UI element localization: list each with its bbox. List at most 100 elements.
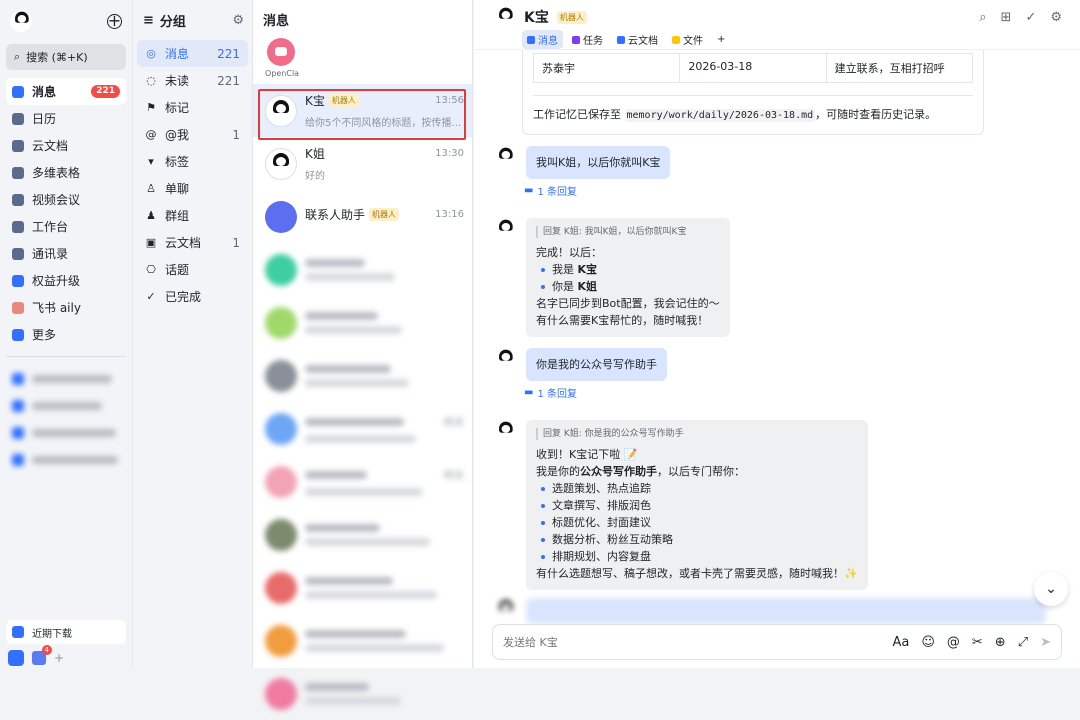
conversation-item[interactable]	[253, 614, 472, 667]
pinned-bot[interactable]: OpenCla	[253, 38, 472, 84]
message-bubble[interactable]: 我叫K姐，以后你就叫K宝	[526, 146, 671, 179]
group-item[interactable]: ◌ 未读 221	[137, 67, 248, 94]
recent-doc[interactable]	[6, 446, 126, 473]
group-item[interactable]: ◎ 消息 221	[137, 40, 248, 67]
user-avatar[interactable]	[10, 10, 32, 32]
emoji-icon[interactable]: ☺	[921, 635, 935, 650]
conversation-avatar	[265, 677, 297, 710]
sidebar-item[interactable]: 飞书 aily	[6, 294, 126, 321]
app-icon[interactable]	[8, 650, 24, 666]
scroll-down-button[interactable]: ⌄	[1034, 572, 1068, 606]
check-icon[interactable]: ✓	[1025, 10, 1036, 25]
group-count: 1	[232, 235, 240, 250]
conversation-item[interactable]: K宝 机器人 13:56 给你5个不同风格的标题，按传播性+...	[253, 84, 472, 137]
mention-icon[interactable]: @	[947, 635, 960, 650]
sender-avatar	[494, 598, 516, 620]
message-input[interactable]	[503, 635, 881, 649]
group-item[interactable]: ▣ 云文档 1	[137, 229, 248, 256]
message-input-box[interactable]: Aa ☺ @ ✂ ⊕ ⤢ ➤	[492, 624, 1062, 660]
search-icon[interactable]: ⌕	[979, 10, 986, 25]
pinned-bot-name: OpenCla	[265, 69, 300, 78]
conversation-item[interactable]: 联系人助手 机器人 13:16	[253, 190, 472, 243]
group-item[interactable]: ⎔ 话题	[137, 256, 248, 283]
sidebar-item[interactable]: 视频会议	[6, 186, 126, 213]
conversation-item[interactable]: K姐 13:30 好的	[253, 137, 472, 190]
nav-icon	[12, 247, 24, 260]
chat-tab[interactable]: 任务	[567, 30, 608, 49]
group-count: 221	[217, 46, 240, 61]
conversation-item[interactable]	[253, 243, 472, 296]
group-item[interactable]: ♙ 单聊	[137, 175, 248, 202]
add-tab-icon[interactable]: ⊞	[1001, 10, 1012, 25]
group-item[interactable]: @ @我 1	[137, 121, 248, 148]
sidebar-item[interactable]: 通讯录	[6, 240, 126, 267]
send-icon[interactable]: ➤	[1040, 635, 1051, 650]
more-apps-icon[interactable]: +	[54, 651, 64, 665]
group-label: 标签	[165, 155, 190, 169]
notification-icon[interactable]: 4	[32, 645, 52, 665]
recent-doc[interactable]	[6, 392, 126, 419]
conversation-item[interactable]	[253, 667, 472, 720]
conversation-avatar	[265, 465, 297, 498]
sidebar-item[interactable]: 多维表格	[6, 159, 126, 186]
recent-download-button[interactable]: 近期下载	[6, 620, 126, 644]
sidebar-item[interactable]: 消息 221	[6, 78, 126, 105]
tab-icon	[617, 35, 625, 44]
group-item[interactable]: ⚑ 标记	[137, 94, 248, 121]
gear-icon[interactable]: ⚙	[1050, 10, 1062, 25]
sidebar-item[interactable]: 权益升级	[6, 267, 126, 294]
conversation-time: 昨天	[444, 418, 464, 429]
gear-icon[interactable]: ⚙	[232, 13, 244, 28]
message: 我叫K姐，以后你就叫K宝	[494, 146, 671, 179]
expand-icon[interactable]: ⤢	[1018, 635, 1028, 650]
sidebar-item[interactable]: 工作台	[6, 213, 126, 240]
group-item[interactable]: ▾ 标签	[137, 148, 248, 175]
message-line: 有什么选题想写、稿子想改，或者卡壳了需要灵感，随时喊我！✨	[536, 567, 858, 580]
recent-download-label: 近期下载	[32, 628, 72, 640]
search-box[interactable]: ⌕ 搜索 (⌘+K)	[6, 44, 126, 70]
text-format-icon[interactable]: Aa	[892, 635, 909, 650]
memory-path: memory/work/daily/2026-03-18.md	[624, 109, 816, 122]
sidebar-item[interactable]: 更多	[6, 321, 126, 348]
reply-icon: ▬	[524, 185, 534, 196]
add-tab-button[interactable]: +	[712, 30, 730, 49]
reply-quote: 回复 K姐: 你是我的公众号写作助手	[536, 428, 858, 440]
group-item[interactable]: ✓ 已完成	[137, 283, 248, 310]
chat-tab[interactable]: 消息	[522, 30, 563, 49]
reply-quote: 回复 K姐: 我叫K姐，以后你就叫K宝	[536, 226, 720, 238]
chat-tab[interactable]: 文件	[667, 30, 708, 49]
conversation-item[interactable]	[253, 296, 472, 349]
conversation-item[interactable]	[253, 508, 472, 561]
message-bubble[interactable]	[526, 598, 1046, 624]
chat-tab[interactable]: 云文档	[612, 30, 663, 49]
message: 回复 K姐: 我叫K姐，以后你就叫K宝 完成！以后： 我是 K宝 你是 K姐 名…	[494, 218, 730, 337]
nav-icon	[12, 166, 24, 179]
bot-tag: 机器人	[369, 207, 400, 221]
reply-link[interactable]: ▬ 1 条回复	[524, 183, 577, 198]
add-icon[interactable]: +	[107, 13, 122, 29]
sender-avatar	[494, 146, 516, 168]
menu-icon[interactable]: ≡	[143, 13, 154, 28]
conversation-item[interactable]: 昨天	[253, 402, 472, 455]
recent-doc[interactable]	[6, 419, 126, 446]
sidebar-item[interactable]: 日历	[6, 105, 126, 132]
group-item[interactable]: ♟ 群组	[137, 202, 248, 229]
recent-doc[interactable]	[6, 365, 126, 392]
scissors-icon[interactable]: ✂	[972, 635, 983, 650]
conversation-item[interactable]: 昨天	[253, 455, 472, 508]
message-bubble[interactable]: 回复 K姐: 我叫K姐，以后你就叫K宝 完成！以后： 我是 K宝 你是 K姐 名…	[526, 218, 730, 337]
reply-link[interactable]: ▬ 1 条回复	[524, 385, 577, 400]
conversation-item[interactable]	[253, 349, 472, 402]
nav-icon	[12, 112, 24, 125]
plus-circle-icon[interactable]: ⊕	[995, 635, 1006, 650]
message-bubble[interactable]: 你是我的公众号写作助手	[526, 348, 667, 381]
conversation-avatar	[265, 412, 297, 445]
chat-tabs: 消息 任务 云文档 文件 +	[494, 30, 1062, 49]
list-item: 我是 K宝	[541, 261, 720, 278]
conversation-item[interactable]	[253, 561, 472, 614]
conversation-avatar	[265, 571, 297, 604]
sidebar-item[interactable]: 云文档	[6, 132, 126, 159]
chevron-down-icon: ⌄	[1045, 581, 1057, 597]
message-line: 名字已同步到Bot配置，我会记住的～	[536, 297, 720, 310]
message-bubble[interactable]: 回复 K姐: 你是我的公众号写作助手 收到！K宝记下啦 📝 我是你的公众号写作助…	[526, 420, 868, 590]
